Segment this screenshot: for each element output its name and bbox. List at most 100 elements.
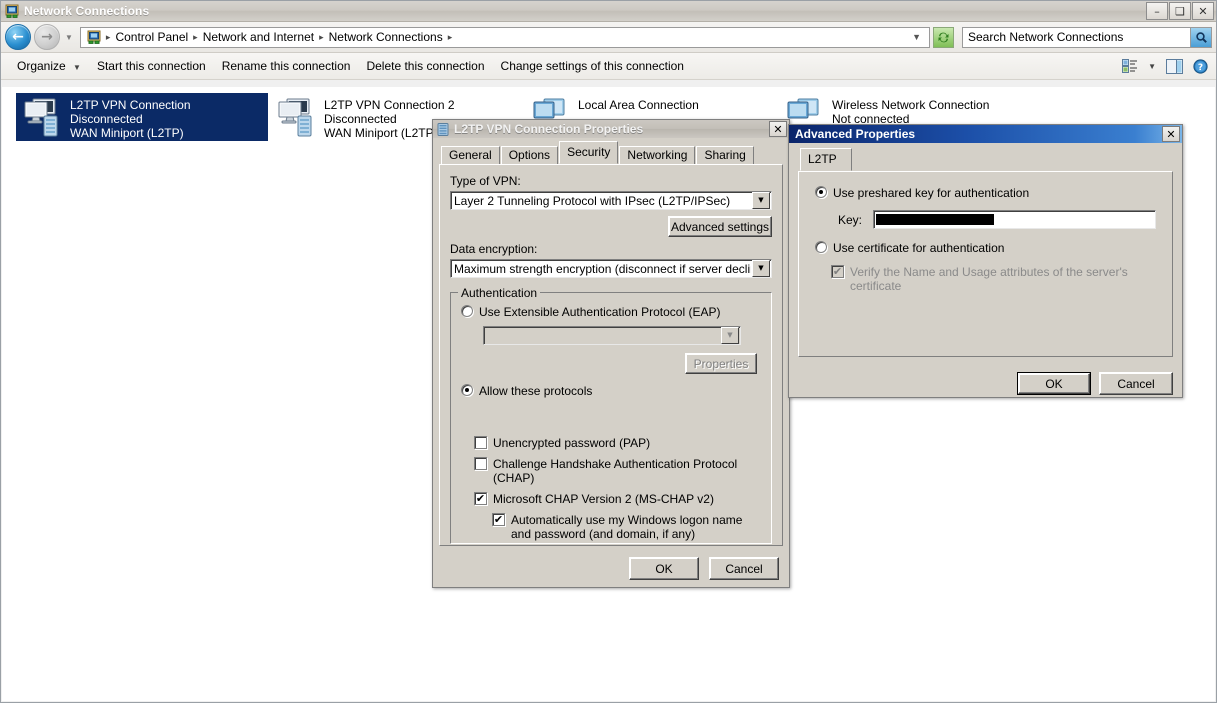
advanced-ok-button[interactable]: OK (1017, 372, 1091, 395)
security-tab-panel: Type of VPN: Layer 2 Tunneling Protocol … (439, 164, 783, 546)
eap-properties-row: Properties (461, 353, 761, 374)
chap-label: Challenge Handshake Authentication Proto… (493, 457, 738, 485)
advanced-properties-dialog: Advanced Properties ✕ L2TP Use preshared… (788, 124, 1183, 398)
search-input[interactable]: Search Network Connections (963, 30, 1190, 44)
views-chevron-down-icon[interactable]: ▼ (1148, 62, 1156, 71)
search-icon[interactable] (1190, 27, 1211, 47)
delete-connection-button[interactable]: Delete this connection (358, 56, 492, 76)
breadcrumb-control-panel[interactable]: Control Panel (113, 30, 190, 44)
advanced-dialog-buttons: OK Cancel (1017, 372, 1173, 395)
vpn-connection-icon (20, 96, 66, 138)
vpn-type-combo[interactable]: Layer 2 Tunneling Protocol with IPsec (L… (450, 191, 772, 210)
organize-label: Organize (17, 59, 66, 73)
advanced-ok-label: OK (1018, 373, 1090, 394)
chap-checkbox[interactable]: ✔ (474, 457, 487, 470)
l2tp-vpn-connection-properties-dialog: L2TP VPN Connection Properties ✕ General… (432, 119, 790, 588)
eap-properties-button[interactable]: Properties (685, 353, 757, 374)
eap-method-combo[interactable]: ▼ (483, 326, 741, 345)
properties-ok-button[interactable]: OK (629, 557, 699, 580)
connection-status: Disconnected (70, 112, 143, 126)
certificate-radio[interactable] (815, 241, 827, 253)
tab-options[interactable]: Options (500, 146, 559, 166)
eap-radio[interactable] (461, 305, 473, 317)
preshared-key-radio-label: Use preshared key for authentication (833, 186, 1030, 200)
connection-name: L2TP VPN Connection 2 (324, 98, 455, 112)
advanced-settings-button[interactable]: Advanced settings (668, 216, 772, 237)
chevron-down-icon[interactable]: ▼ (721, 327, 739, 344)
pap-checkbox[interactable]: ✔ (474, 436, 487, 449)
close-button[interactable]: ✕ (1192, 2, 1214, 20)
toolbar-right-group: ▼ ? (1122, 58, 1208, 74)
connection-name: Local Area Connection (578, 98, 699, 112)
connection-text-block: L2TP VPN Connection Disconnected WAN Min… (70, 96, 191, 140)
data-encryption-combo[interactable]: Maximum strength encryption (disconnect … (450, 259, 772, 278)
refresh-icon[interactable] (933, 26, 954, 48)
search-box[interactable]: Search Network Connections (962, 26, 1212, 48)
auto-logon-checkbox[interactable]: ✔ (492, 513, 505, 526)
start-connection-button[interactable]: Start this connection (89, 56, 214, 76)
data-encryption-label: Data encryption: (450, 242, 538, 256)
recent-pages-caret-icon[interactable]: ▼ (63, 33, 75, 42)
breadcrumb-separator-0[interactable]: ▸ (103, 32, 114, 43)
chevron-down-icon[interactable]: ▼ (752, 192, 770, 209)
help-icon[interactable]: ? (1193, 58, 1208, 74)
address-bar[interactable]: ▸ Control Panel ▸ Network and Internet ▸… (79, 26, 930, 48)
vpn-type-value: Layer 2 Tunneling Protocol with IPsec (L… (454, 193, 731, 208)
verify-certificate-checkbox-row: ✔ Verify the Name and Usage attributes o… (831, 265, 1156, 293)
window-controls: – ❑ ✕ (1146, 2, 1214, 20)
vpn-type-label: Type of VPN: (450, 174, 521, 188)
organize-button[interactable]: Organize ▼ (9, 56, 89, 76)
minimize-button[interactable]: – (1146, 2, 1168, 20)
change-settings-button[interactable]: Change settings of this connection (493, 56, 692, 76)
screen: Network Connections – ❑ ✕ ← → ▼ ▸ Contro… (0, 0, 1217, 703)
breadcrumb-separator-1[interactable]: ▸ (190, 32, 201, 43)
protocol-checkbox-list: ✔ Unencrypted password (PAP) ✔ Challenge… (474, 436, 761, 541)
breadcrumb-network-connections[interactable]: Network Connections (327, 30, 445, 44)
eap-radio-row[interactable]: Use Extensible Authentication Protocol (… (461, 305, 761, 319)
command-toolbar: Organize ▼ Start this connection Rename … (1, 53, 1216, 80)
auto-logon-checkbox-row[interactable]: ✔ Automatically use my Windows logon nam… (492, 513, 761, 541)
back-button[interactable]: ← (5, 24, 31, 50)
breadcrumb-separator-3[interactable]: ▸ (445, 32, 456, 43)
chap-checkbox-row[interactable]: ✔ Challenge Handshake Authentication Pro… (474, 457, 761, 485)
rename-connection-button[interactable]: Rename this connection (214, 56, 359, 76)
connection-device: WAN Miniport (L2TP) (70, 126, 184, 140)
advanced-cancel-button[interactable]: Cancel (1099, 372, 1173, 395)
allow-protocols-radio[interactable] (461, 384, 473, 396)
certificate-radio-row[interactable]: Use certificate for authentication (815, 241, 1156, 255)
navigation-bar: ← → ▼ ▸ Control Panel ▸ Network and Inte… (1, 22, 1216, 53)
tab-l2tp[interactable]: L2TP (800, 148, 852, 171)
advanced-settings-row: Advanced settings (450, 216, 772, 237)
maximize-button[interactable]: ❑ (1169, 2, 1191, 20)
pap-checkbox-row[interactable]: ✔ Unencrypted password (PAP) (474, 436, 761, 450)
address-dropdown-caret-icon[interactable]: ▼ (906, 32, 927, 42)
tab-general[interactable]: General (441, 146, 500, 166)
mschapv2-checkbox-row[interactable]: ✔ Microsoft CHAP Version 2 (MS-CHAP v2) (474, 492, 761, 506)
forward-button[interactable]: → (34, 24, 60, 50)
advanced-dialog-close-icon[interactable]: ✕ (1162, 126, 1180, 142)
mschapv2-checkbox[interactable]: ✔ (474, 492, 487, 505)
l2tp-tab-panel: Use preshared key for authentication Key… (798, 171, 1173, 357)
pap-label: Unencrypted password (PAP) (493, 436, 651, 450)
breadcrumb-network-and-internet[interactable]: Network and Internet (201, 30, 316, 44)
views-icon[interactable] (1122, 59, 1138, 73)
breadcrumb-separator-2[interactable]: ▸ (316, 32, 327, 43)
certificate-radio-label: Use certificate for authentication (833, 241, 1005, 255)
breadcrumb: Control Panel ▸ Network and Internet ▸ N… (113, 30, 906, 44)
preshared-key-radio-row[interactable]: Use preshared key for authentication (815, 186, 1156, 200)
chevron-down-icon[interactable]: ▼ (752, 260, 770, 277)
tab-security[interactable]: Security (559, 141, 619, 164)
properties-dialog-close-icon[interactable]: ✕ (769, 121, 787, 137)
key-value-redacted (875, 214, 994, 225)
allow-protocols-radio-label: Allow these protocols (479, 384, 593, 398)
properties-dialog-title-bar: L2TP VPN Connection Properties ✕ (433, 120, 789, 138)
properties-cancel-button[interactable]: Cancel (709, 557, 779, 580)
key-field[interactable] (872, 210, 1156, 229)
preview-pane-icon[interactable] (1166, 58, 1183, 74)
advanced-dialog-title: Advanced Properties (795, 127, 916, 141)
tab-networking[interactable]: Networking (619, 146, 696, 166)
preshared-key-radio[interactable] (815, 186, 827, 198)
tab-sharing[interactable]: Sharing (696, 146, 754, 166)
connection-item-l2tp-vpn-connection[interactable]: L2TP VPN Connection Disconnected WAN Min… (16, 93, 268, 141)
allow-protocols-radio-row[interactable]: Allow these protocols (461, 384, 761, 398)
